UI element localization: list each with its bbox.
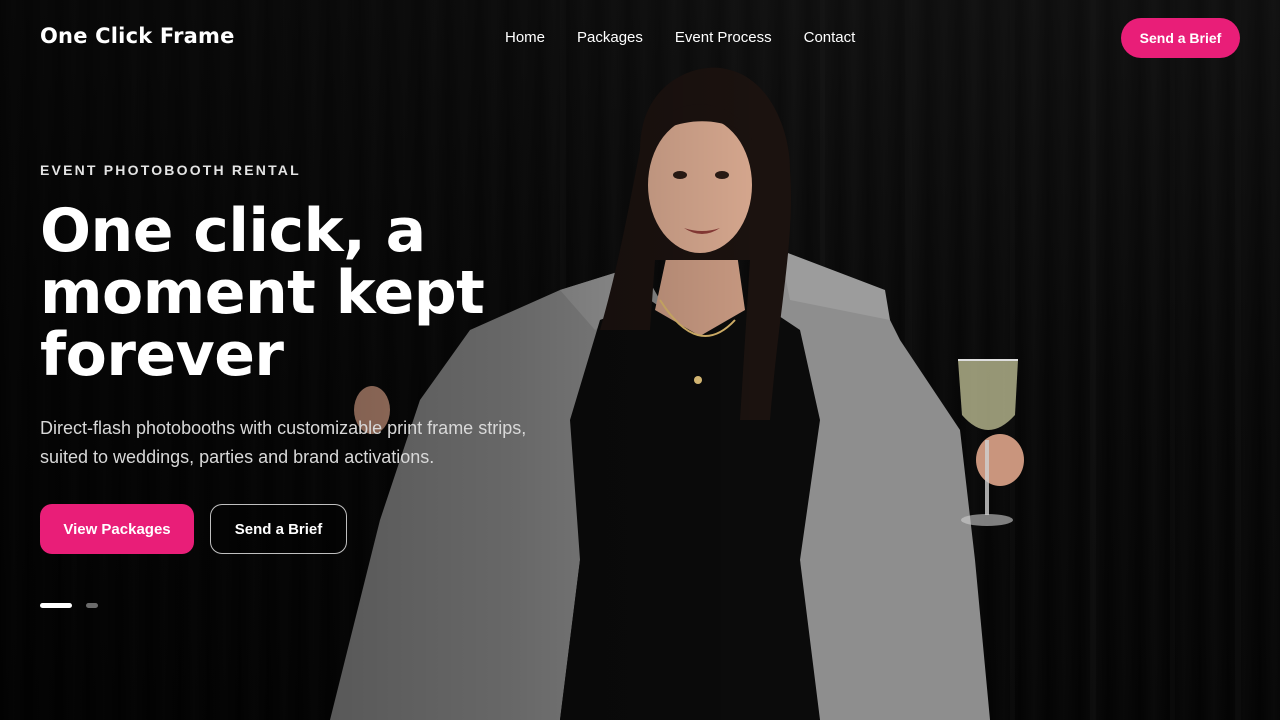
headline-line-1: One click, a	[40, 196, 426, 266]
nav-item-contact[interactable]: Contact	[804, 29, 856, 46]
hero-eyebrow: EVENT PHOTOBOOTH RENTAL	[40, 162, 301, 178]
headline-line-3: forever	[40, 320, 284, 390]
send-brief-button[interactable]: Send a Brief	[210, 504, 347, 554]
site-header: One Click Frame Home Packages Event Proc…	[0, 0, 1280, 76]
brand-logo[interactable]: One Click Frame	[40, 24, 235, 48]
slider-pagination	[40, 603, 98, 608]
nav-item-home[interactable]: Home	[505, 29, 545, 46]
hero-description: Direct-flash photobooths with customizab…	[40, 418, 527, 467]
nav-item-event-process[interactable]: Event Process	[675, 29, 772, 46]
hero-section: One Click Frame Home Packages Event Proc…	[0, 0, 1280, 720]
view-packages-button[interactable]: View Packages	[40, 504, 194, 554]
slide-dot-2[interactable]	[86, 603, 98, 608]
slide-dot-1[interactable]	[40, 603, 72, 608]
headline-line-2: moment kept	[40, 258, 485, 328]
hero-headline: One click, a moment kept forever	[40, 200, 600, 386]
nav-item-packages[interactable]: Packages	[577, 29, 643, 46]
main-nav: Home Packages Event Process Contact	[505, 29, 855, 46]
send-brief-header-button[interactable]: Send a Brief	[1121, 18, 1240, 58]
